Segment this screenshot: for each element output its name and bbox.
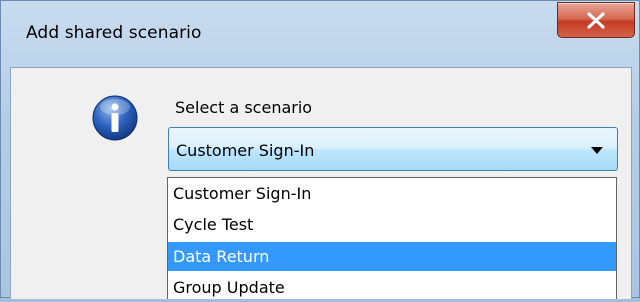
information-icon xyxy=(92,95,138,141)
scenario-combobox[interactable]: Customer Sign-In xyxy=(168,127,618,171)
scenario-dropdown-list[interactable]: Customer Sign-In Cycle Test Data Return … xyxy=(167,177,617,299)
dialog-window: Add shared scenario Select a scenario Cu… xyxy=(0,0,640,299)
list-item[interactable]: Cycle Test xyxy=(168,210,616,239)
scenario-prompt-label: Select a scenario xyxy=(175,98,313,117)
list-item-selected[interactable]: Data Return xyxy=(168,242,616,271)
title-bar[interactable]: Add shared scenario xyxy=(1,1,640,67)
dropdown-arrow-icon[interactable] xyxy=(591,147,603,154)
window-title: Add shared scenario xyxy=(26,23,202,43)
combobox-value: Customer Sign-In xyxy=(176,141,315,160)
list-item[interactable]: Customer Sign-In xyxy=(168,179,616,208)
close-icon xyxy=(587,12,605,29)
close-button[interactable] xyxy=(557,2,635,38)
